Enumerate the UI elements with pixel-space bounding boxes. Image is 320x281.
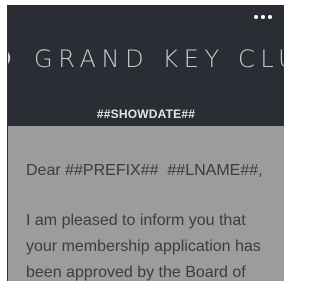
- paragraph-line: your membership application has: [26, 238, 261, 255]
- body-paragraph: I am pleased to inform you that your mem…: [26, 208, 284, 281]
- more-horizontal-icon: [254, 15, 272, 19]
- email-body: Dear ##PREFIX## ##LNAME##, I am pleased …: [8, 126, 284, 281]
- key-logo-icon: [8, 52, 11, 64]
- brand-name: GRAND KEY CLUB: [34, 45, 284, 73]
- email-header: GRAND KEY CLUB ##SHOWDATE##: [8, 6, 284, 126]
- paragraph-line: I am pleased to inform you that: [26, 212, 246, 229]
- brand-logo: GRAND KEY CLUB: [8, 41, 284, 81]
- show-date-placeholder: ##SHOWDATE##: [96, 107, 196, 121]
- greeting-text: Dear ##PREFIX## ##LNAME##,: [26, 162, 263, 179]
- email-preview-card[interactable]: GRAND KEY CLUB ##SHOWDATE## Dear ##PREFI…: [7, 5, 284, 281]
- paragraph-line: been approved by the Board of: [26, 264, 246, 281]
- more-options-button[interactable]: [251, 8, 275, 26]
